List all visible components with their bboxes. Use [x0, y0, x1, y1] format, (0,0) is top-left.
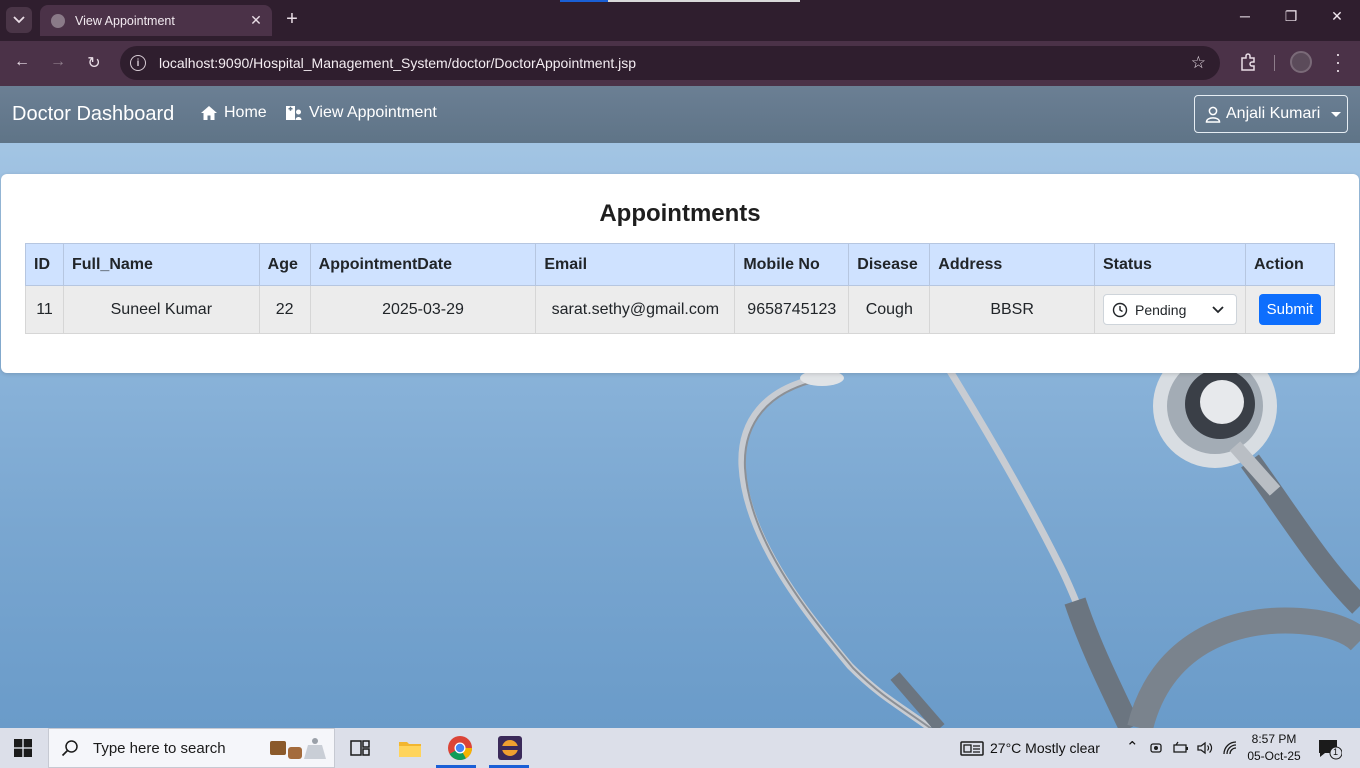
tab-search-button[interactable] [6, 7, 32, 33]
window-close-icon[interactable]: ✕ [1322, 8, 1352, 25]
clock-time: 8:57 PM [1251, 732, 1297, 746]
url-text[interactable]: localhost:9090/Hospital_Management_Syste… [159, 55, 1191, 71]
status-select[interactable]: Pending [1102, 294, 1237, 325]
brand-title[interactable]: Doctor Dashboard [12, 103, 174, 126]
address-bar[interactable]: i localhost:9090/Hospital_Management_Sys… [120, 46, 1220, 80]
browser-tab[interactable]: View Appointment ✕ [40, 5, 272, 36]
caret-down-icon [1331, 111, 1342, 117]
column-header: Action [1244, 243, 1336, 286]
eclipse-app-icon[interactable] [496, 734, 524, 762]
bookmark-star-icon[interactable]: ☆ [1191, 53, 1206, 73]
browser-menu-icon[interactable]: · · · [1330, 45, 1346, 79]
column-header: Status [1093, 243, 1246, 286]
back-arrow-icon[interactable]: ← [11, 53, 33, 71]
cell-email: sarat.sethy@gmail.com [535, 285, 736, 334]
column-header: AppointmentDate [309, 243, 537, 286]
notification-icon[interactable] [1316, 737, 1342, 761]
weather-text[interactable]: 27°C Mostly clear [990, 740, 1100, 756]
submit-button[interactable]: Submit [1258, 294, 1321, 325]
new-tab-button[interactable]: + [281, 8, 303, 31]
toolbar-divider [1274, 55, 1275, 71]
nav-home-label: Home [224, 104, 267, 121]
reload-icon[interactable]: ↻ [83, 53, 105, 73]
taskbar-search-placeholder: Type here to search [93, 739, 226, 757]
speaker-icon[interactable] [1196, 739, 1214, 757]
taskbar-clock[interactable]: 8:57 PM 05-Oct-25 [1244, 731, 1304, 765]
nav-view-appointment-link[interactable]: View Appointment [285, 104, 437, 122]
taskbar-search-box[interactable]: Type here to search [48, 728, 335, 768]
battery-icon[interactable] [1172, 739, 1190, 757]
appointments-table: ID Full_Name Age AppointmentDate Email M… [25, 243, 1336, 334]
cell-age: 22 [258, 285, 311, 334]
cell-id: 11 [25, 285, 64, 334]
user-icon [1205, 106, 1221, 123]
task-view-icon[interactable] [346, 734, 374, 762]
minimize-icon[interactable]: ─ [1230, 8, 1260, 24]
file-explorer-icon[interactable] [396, 734, 424, 762]
chrome-icon[interactable] [446, 734, 474, 762]
site-info-icon[interactable]: i [130, 55, 146, 71]
column-header: ID [25, 243, 64, 286]
page-viewport: Doctor Dashboard Home View Appointment A… [0, 86, 1360, 728]
status-value: Pending [1134, 301, 1187, 318]
cell-disease: Cough [848, 285, 931, 334]
clock-date: 05-Oct-25 [1247, 749, 1301, 763]
extensions-icon[interactable] [1238, 52, 1258, 72]
weather-news-icon[interactable] [958, 734, 986, 762]
meet-icon[interactable] [1148, 739, 1166, 757]
notification-count: 1 [1333, 747, 1339, 757]
chevron-down-icon [1212, 305, 1224, 313]
forward-arrow-icon[interactable]: → [47, 53, 69, 71]
appointments-title: Appointments [599, 200, 761, 227]
search-highlight-icon [270, 738, 326, 759]
chevron-down-icon [13, 16, 25, 24]
cell-status: Pending [1093, 285, 1246, 334]
tab-favicon-icon [51, 13, 65, 28]
column-header: Address [929, 243, 1095, 286]
nav-view-appointment-label: View Appointment [309, 104, 437, 121]
appointments-card: Appointments ID Full_Name Age Appointmen… [1, 174, 1359, 373]
tab-strip-indicator-secondary [608, 0, 800, 2]
network-icon[interactable] [1222, 740, 1238, 756]
chevron-up-icon[interactable]: ⌃ [1126, 738, 1139, 756]
column-header: Mobile No [734, 243, 850, 286]
cell-action: Submit [1244, 285, 1336, 334]
tab-strip-indicator [560, 0, 608, 2]
column-header: Full_Name [62, 243, 260, 286]
column-header: Age [258, 243, 311, 286]
table-header-row: ID Full_Name Age AppointmentDate Email M… [25, 243, 1336, 286]
table-row: 11 Suneel Kumar 22 2025-03-29 sarat.seth… [25, 285, 1336, 334]
hospital-user-icon [286, 106, 302, 120]
browser-tab-bar: View Appointment ✕ + ─ ❐ ✕ [0, 0, 1360, 41]
user-dropdown-button[interactable]: Anjali Kumari [1194, 95, 1348, 133]
home-icon [201, 106, 217, 120]
column-header: Disease [848, 243, 931, 286]
windows-taskbar: Type here to search 27°C Mostly clear ⌃ … [0, 728, 1360, 768]
profile-avatar[interactable] [1290, 51, 1312, 73]
tab-title: View Appointment [75, 13, 175, 28]
cell-appointment-date: 2025-03-29 [309, 285, 537, 334]
app-navbar: Doctor Dashboard Home View Appointment A… [0, 86, 1360, 143]
search-icon [61, 740, 78, 757]
user-name: Anjali Kumari [1226, 105, 1321, 122]
column-header: Email [535, 243, 736, 286]
cell-address: BBSR [929, 285, 1095, 334]
browser-toolbar: ← → ↻ i localhost:9090/Hospital_Manageme… [0, 41, 1360, 86]
cell-mobile: 9658745123 [734, 285, 850, 334]
clock-icon [1112, 302, 1128, 317]
tab-close-icon[interactable]: ✕ [244, 12, 268, 29]
restore-icon[interactable]: ❐ [1276, 8, 1306, 25]
cell-full-name: Suneel Kumar [62, 285, 260, 334]
windows-start-icon[interactable] [14, 739, 32, 757]
nav-home-link[interactable]: Home [200, 104, 267, 122]
